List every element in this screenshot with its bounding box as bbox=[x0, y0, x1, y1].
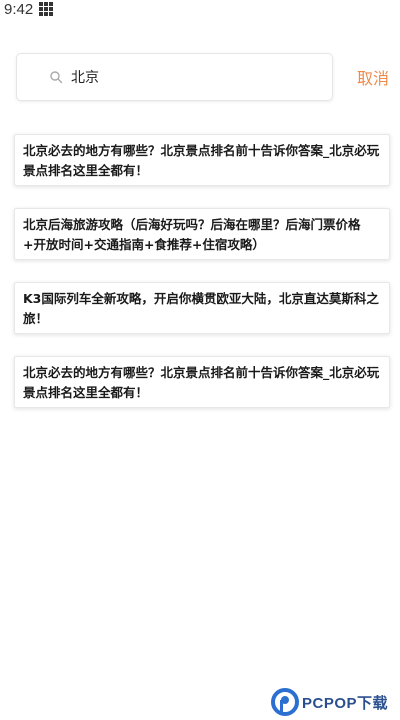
result-item[interactable]: K3国际列车全新攻略，开启你横贯欧亚大陆，北京直达莫斯科之旅！ bbox=[14, 282, 390, 334]
search-input[interactable]: 北京 bbox=[16, 53, 333, 101]
watermark-text: PCPOP下载 bbox=[302, 694, 389, 712]
status-time: 9:42 bbox=[4, 0, 34, 18]
app-grid-icon bbox=[39, 2, 54, 16]
result-item[interactable]: 北京必去的地方有哪些？北京景点排名前十告诉你答案_北京必玩景点排名这里全都有！ bbox=[14, 134, 390, 186]
cancel-button[interactable]: 取消 bbox=[357, 65, 389, 89]
status-bar: 9:42 bbox=[0, 0, 400, 18]
search-icon bbox=[50, 71, 63, 84]
result-item[interactable]: 北京后海旅游攻略（后海好玩吗？后海在哪里？后海门票价格+开放时间+交通指南+食推… bbox=[14, 208, 390, 260]
results-list: 北京必去的地方有哪些？北京景点排名前十告诉你答案_北京必玩景点排名这里全都有！ … bbox=[14, 134, 390, 430]
search-bar: 北京 取消 bbox=[16, 53, 394, 101]
pcpop-logo-icon bbox=[271, 688, 299, 716]
result-item[interactable]: 北京必去的地方有哪些？北京景点排名前十告诉你答案_北京必玩景点排名这里全都有！ bbox=[14, 356, 390, 408]
search-query: 北京 bbox=[71, 70, 99, 86]
watermark: PCPOP下载 bbox=[271, 688, 396, 716]
